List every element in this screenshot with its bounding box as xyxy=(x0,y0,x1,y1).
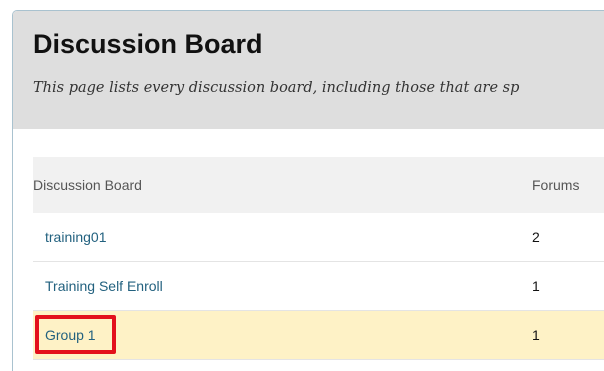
forums-count-cell: 2 xyxy=(532,213,540,261)
column-header-forums[interactable]: Forums xyxy=(532,157,579,213)
forums-count-cell: 1 xyxy=(532,262,540,310)
discussion-board-table: Discussion Board Forums training01 2 Tra… xyxy=(33,157,604,360)
table-header-row: Discussion Board Forums xyxy=(33,157,604,213)
table-row: Training Self Enroll 1 xyxy=(33,262,604,311)
board-name-cell: Training Self Enroll xyxy=(33,262,163,310)
column-header-label: Discussion Board xyxy=(33,177,142,193)
board-name-cell: Group 1 xyxy=(33,311,96,359)
table-row: training01 2 xyxy=(33,213,604,262)
board-link-training-self-enroll[interactable]: Training Self Enroll xyxy=(45,278,163,294)
column-header-label: Forums xyxy=(532,177,580,193)
page-title: Discussion Board xyxy=(33,29,263,59)
column-header-discussion-board[interactable]: Discussion Board xyxy=(33,157,142,213)
page-description: This page lists every discussion board, … xyxy=(33,80,520,96)
content-frame: Discussion Board This page lists every d… xyxy=(12,10,604,371)
board-link-training01[interactable]: training01 xyxy=(45,229,107,245)
forums-count: 1 xyxy=(532,278,540,294)
table-row-highlighted: Group 1 1 xyxy=(33,311,604,360)
forums-count: 1 xyxy=(532,327,540,343)
forums-count-cell: 1 xyxy=(532,311,540,359)
page-header: Discussion Board This page lists every d… xyxy=(13,11,604,129)
board-link-group-1[interactable]: Group 1 xyxy=(45,327,96,343)
board-name-cell: training01 xyxy=(33,213,107,261)
forums-count: 2 xyxy=(532,229,540,245)
